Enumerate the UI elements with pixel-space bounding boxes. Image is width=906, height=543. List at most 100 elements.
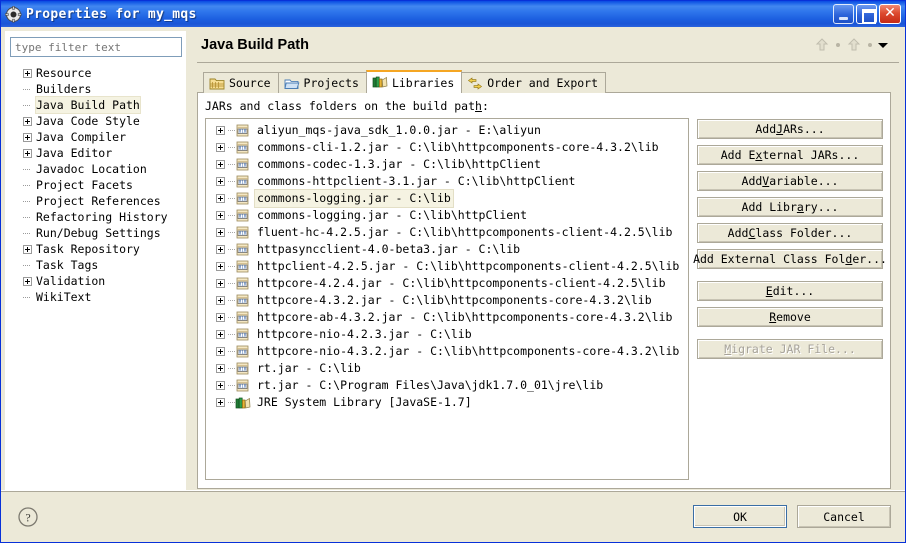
build-path-entry[interactable]: 010 httpasyncclient-4.0-beta3.jar - C:\li… <box>210 241 686 258</box>
expand-toggle-icon[interactable] <box>216 330 225 339</box>
svg-text:010: 010 <box>239 196 247 201</box>
sidebar-item-project-facets[interactable]: Project Facets <box>10 177 182 193</box>
chevron-down-icon[interactable] <box>875 37 891 53</box>
build-path-entry[interactable]: JRE System Library [JavaSE-1.7] <box>210 394 686 411</box>
expand-toggle-icon[interactable] <box>216 347 225 356</box>
expand-toggle-icon[interactable] <box>216 381 225 390</box>
expand-toggle-icon[interactable] <box>216 211 225 220</box>
expand-toggle-icon[interactable] <box>216 177 225 186</box>
expand-toggle-icon[interactable] <box>23 132 32 142</box>
svg-text:010: 010 <box>239 145 247 150</box>
svg-text:010: 010 <box>239 332 247 337</box>
ok-button[interactable]: OK <box>693 505 787 528</box>
add-jars-button[interactable]: Add J ARs... <box>697 119 883 139</box>
build-path-entry[interactable]: 010 httpclient-4.2.5.jar - C:\lib\httpcom… <box>210 258 686 275</box>
expand-toggle-icon[interactable] <box>23 276 32 286</box>
add-library-button[interactable]: Add Libr a ry... <box>697 197 883 217</box>
add-external-class-folder-button[interactable]: Add External Class Fol d er... <box>693 249 887 269</box>
tree-connector <box>228 330 235 339</box>
expand-toggle-icon[interactable] <box>216 160 225 169</box>
sidebar-item-validation[interactable]: Validation <box>10 273 182 289</box>
build-path-entry[interactable]: 010 commons-codec-1.3.jar - C:\lib\httpCl… <box>210 156 686 173</box>
forward-arrow-icon[interactable] <box>843 37 865 53</box>
build-path-entry[interactable]: 010 commons-cli-1.2.jar - C:\lib\httpcomp… <box>210 139 686 156</box>
expand-toggle-icon[interactable] <box>216 262 225 271</box>
sidebar-item-refactoring-history[interactable]: Refactoring History <box>10 209 182 225</box>
expand-toggle-icon[interactable] <box>216 245 225 254</box>
sidebar-item-label: Project References <box>36 194 161 208</box>
sidebar-item-label: Java Compiler <box>36 130 127 144</box>
sidebar-item-project-references[interactable]: Project References <box>10 193 182 209</box>
sidebar-item-run-debug-settings[interactable]: Run/Debug Settings <box>10 225 182 241</box>
expand-toggle-icon[interactable] <box>23 148 32 158</box>
nav-dot <box>868 43 872 47</box>
sidebar-item-label: Java Code Style <box>36 114 140 128</box>
sidebar-item-builders[interactable]: Builders <box>10 81 182 97</box>
build-path-entry[interactable]: 010 httpcore-4.3.2.jar - C:\lib\httpcompo… <box>210 292 686 309</box>
expand-toggle-icon[interactable] <box>216 143 225 152</box>
add-external-jars-button[interactable]: Add Ex ternal JARs... <box>697 145 883 165</box>
button-label-mnemonic: J <box>776 122 784 136</box>
build-path-entry[interactable]: 010 fluent-hc-4.2.5.jar - C:\lib\httpcomp… <box>210 224 686 241</box>
build-path-entry[interactable]: 010 httpcore-nio-4.3.2.jar - C:\lib\httpc… <box>210 343 686 360</box>
expand-toggle-icon[interactable] <box>216 398 225 407</box>
tab-projects[interactable]: Projects <box>277 72 367 93</box>
expand-toggle-icon[interactable] <box>216 279 225 288</box>
expand-toggle-icon[interactable] <box>23 244 32 254</box>
sidebar-item-wikitext[interactable]: WikiText <box>10 289 182 305</box>
tab-source[interactable]: Source <box>203 72 279 93</box>
minimize-button[interactable] <box>833 4 854 24</box>
expand-toggle-icon[interactable] <box>23 68 32 78</box>
button-label-pre: Add <box>727 226 749 240</box>
sidebar-item-label: Task Repository <box>36 242 140 256</box>
sidebar-item-java-compiler[interactable]: Java Compiler <box>10 129 182 145</box>
tree-leaf-icon <box>23 229 32 238</box>
tab-libraries[interactable]: Libraries <box>365 70 463 93</box>
build-path-entry[interactable]: 010 httpcore-ab-4.3.2.jar - C:\lib\httpco… <box>210 309 686 326</box>
button-label-pre: Add Libr <box>741 200 797 214</box>
sidebar-item-java-build-path[interactable]: Java Build Path <box>10 97 182 113</box>
expand-toggle-icon[interactable] <box>216 296 225 305</box>
back-arrow-icon[interactable] <box>811 37 833 53</box>
expand-toggle-icon[interactable] <box>216 126 225 135</box>
expand-toggle-icon[interactable] <box>216 313 225 322</box>
expand-toggle-icon[interactable] <box>216 228 225 237</box>
button-label-pre: Add <box>755 122 777 136</box>
jar-icon: 010 <box>235 141 251 155</box>
button-label-pre: Add External Class Fol <box>693 252 846 266</box>
button-label-post: lass Folder... <box>755 226 853 240</box>
edit-button[interactable]: Edit... <box>697 281 883 301</box>
sidebar-item-label: Builders <box>36 82 92 96</box>
build-path-entry[interactable]: 010 httpcore-4.2.4.jar - C:\lib\httpcompo… <box>210 275 686 292</box>
close-button[interactable]: ✕ <box>879 4 901 24</box>
build-path-entry[interactable]: 010 commons-logging.jar - C:\lib\httpClie… <box>210 207 686 224</box>
tree-leaf-icon <box>23 293 32 302</box>
cancel-button[interactable]: Cancel <box>797 505 891 528</box>
build-path-entry[interactable]: 010 commons-logging.jar - C:\lib <box>210 190 686 207</box>
sidebar-item-task-repository[interactable]: Task Repository <box>10 241 182 257</box>
build-path-entry[interactable]: 010 httpcore-nio-4.2.3.jar - C:\lib <box>210 326 686 343</box>
panel-description: JARs and class folders on the build path… <box>205 99 883 113</box>
tab-order-and-export[interactable]: Order and Export <box>461 72 607 93</box>
sidebar-item-javadoc-location[interactable]: Javadoc Location <box>10 161 182 177</box>
add-class-folder-button[interactable]: Add Class Folder... <box>697 223 883 243</box>
build-path-list[interactable]: 010 aliyun_mqs-java_sdk_1.0.0.jar - E:\al… <box>205 118 689 480</box>
sidebar-item-task-tags[interactable]: Task Tags <box>10 257 182 273</box>
sidebar-item-java-code-style[interactable]: Java Code Style <box>10 113 182 129</box>
sidebar-item-resource[interactable]: Resource <box>10 65 182 81</box>
filter-input[interactable] <box>10 37 182 57</box>
expand-toggle-icon[interactable] <box>216 194 225 203</box>
add-variable-button[interactable]: Add Variable... <box>697 171 883 191</box>
expand-toggle-icon[interactable] <box>23 116 32 126</box>
maximize-button[interactable] <box>856 4 877 24</box>
projects-folder-icon <box>283 76 300 91</box>
build-path-entry[interactable]: 010 aliyun_mqs-java_sdk_1.0.0.jar - E:\al… <box>210 122 686 139</box>
build-path-entry[interactable]: 010 commons-httpclient-3.1.jar - C:\lib\h… <box>210 173 686 190</box>
help-question-icon[interactable]: ? <box>17 506 39 528</box>
build-path-entry-label: commons-logging.jar - C:\lib <box>255 190 453 207</box>
remove-button[interactable]: Remove <box>697 307 883 327</box>
build-path-entry[interactable]: 010 rt.jar - C:\lib <box>210 360 686 377</box>
expand-toggle-icon[interactable] <box>216 364 225 373</box>
sidebar-item-java-editor[interactable]: Java Editor <box>10 145 182 161</box>
build-path-entry[interactable]: 010 rt.jar - C:\Program Files\Java\jdk1.7… <box>210 377 686 394</box>
